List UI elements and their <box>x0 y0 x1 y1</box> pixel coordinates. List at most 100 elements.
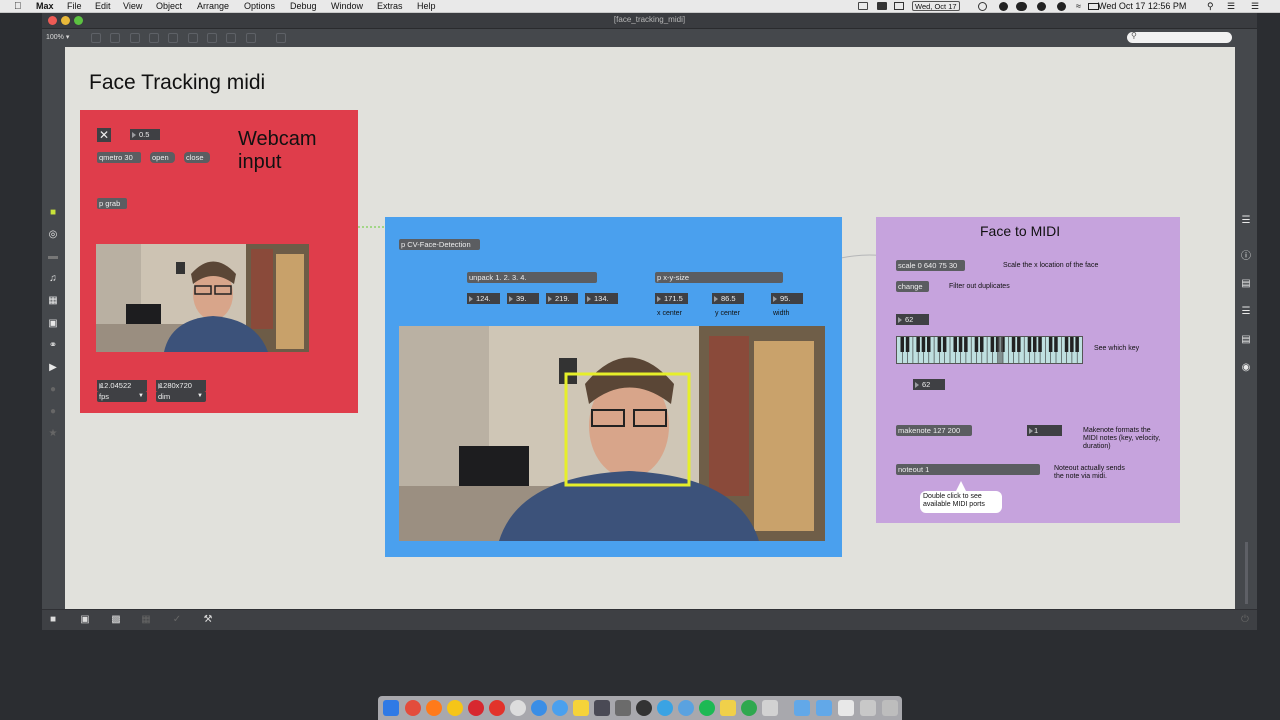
cube-icon[interactable]: ■ <box>47 207 59 219</box>
toolbar-icon[interactable] <box>276 33 286 43</box>
circle-icon[interactable]: ● <box>47 384 59 396</box>
spotify-icon[interactable] <box>699 700 715 716</box>
date-badge[interactable]: Wed, Oct 17 <box>912 1 960 11</box>
opera-icon[interactable] <box>468 700 484 716</box>
toolbar-icon[interactable] <box>188 33 198 43</box>
open-message[interactable]: open <box>150 152 175 163</box>
toolbar-icon[interactable] <box>246 33 256 43</box>
firefox-icon[interactable] <box>426 700 442 716</box>
toolbar-icon[interactable] <box>149 33 159 43</box>
star-icon[interactable]: ★ <box>47 428 59 440</box>
qmetro-object[interactable]: qmetro 30 <box>97 152 141 163</box>
number-box-left[interactable]: 124. <box>467 293 500 304</box>
cloud-icon[interactable] <box>1016 2 1027 11</box>
search-icon[interactable]: ⚲ <box>1207 1 1214 12</box>
width-number-box[interactable]: 95. <box>771 293 803 304</box>
number-box-top[interactable]: 39. <box>507 293 539 304</box>
close-message[interactable]: close <box>184 152 210 163</box>
toolbar-icon[interactable] <box>130 33 140 43</box>
key-number-box[interactable]: 62 <box>896 314 929 325</box>
number-box-bottom[interactable]: 134. <box>585 293 618 304</box>
wrench-icon[interactable]: ⚒ <box>202 614 214 626</box>
lock-icon[interactable]: ■ <box>47 614 59 626</box>
menu-app-max[interactable]: Max <box>36 1 54 12</box>
cv-face-detection-object[interactable]: p CV-Face-Detection <box>399 239 480 250</box>
toolbar-icon[interactable] <box>226 33 236 43</box>
app-icon[interactable] <box>573 700 589 716</box>
wifi-icon[interactable]: ≈ <box>1076 1 1081 12</box>
folder-icon[interactable] <box>816 700 832 716</box>
y-center-number-box[interactable]: 86.5 <box>712 293 744 304</box>
folder-icon[interactable] <box>794 700 810 716</box>
fps-menu[interactable]: fps ▼ <box>97 391 147 402</box>
dropbox-icon[interactable] <box>877 2 887 10</box>
app-icon[interactable] <box>594 700 610 716</box>
number-box-right[interactable]: 219. <box>546 293 578 304</box>
comment-icon[interactable]: ▩ <box>110 614 122 626</box>
messages-icon[interactable] <box>657 700 673 716</box>
sequence-icon[interactable]: ▦ <box>47 295 59 307</box>
app-icon[interactable] <box>615 700 631 716</box>
app-icon[interactable] <box>510 700 526 716</box>
presentation-icon[interactable]: ▣ <box>79 614 91 626</box>
app-icon[interactable] <box>762 700 778 716</box>
list-icon[interactable]: ☰ <box>1240 215 1252 227</box>
kslider-keyboard[interactable] <box>896 336 1083 364</box>
max-icon[interactable] <box>636 700 652 716</box>
app-icon[interactable] <box>552 700 568 716</box>
scale-object[interactable]: scale 0 640 75 30 <box>896 260 965 271</box>
safari-icon[interactable] <box>531 700 547 716</box>
display-icon[interactable] <box>858 2 868 10</box>
status-icon[interactable] <box>999 2 1008 11</box>
control-center-icon[interactable]: ☰ <box>1227 1 1235 12</box>
menu-arrange[interactable]: Arrange <box>197 1 229 12</box>
mail-icon[interactable] <box>894 2 904 10</box>
power-icon[interactable]: ⏻ <box>1239 614 1251 626</box>
chrome-icon[interactable] <box>405 700 421 716</box>
list-icon[interactable]: ☰ <box>1240 306 1252 318</box>
patch-canvas[interactable]: Face Tracking midi Webcam input ✕ 0.5 qm… <box>65 47 1235 609</box>
info-icon[interactable]: ⓘ <box>1240 251 1252 263</box>
spotify-icon[interactable] <box>1057 2 1066 11</box>
evernote-icon[interactable] <box>741 700 757 716</box>
list-icon[interactable]: ☰ <box>1251 1 1259 12</box>
keyboard-icon[interactable]: ▬ <box>47 251 59 263</box>
x-center-number-box[interactable]: 171.5 <box>655 293 688 304</box>
toolbar-icon[interactable] <box>207 33 217 43</box>
x-y-size-object[interactable]: p x-y-size <box>655 272 783 283</box>
finder-icon[interactable] <box>383 700 399 716</box>
channel-number-box[interactable]: 1 <box>1027 425 1062 436</box>
dim-number-box[interactable]: 1280x720 <box>156 380 206 391</box>
camera-icon[interactable]: ◉ <box>1240 362 1252 374</box>
grid-icon[interactable]: ▦ <box>140 614 152 626</box>
trash-icon[interactable] <box>882 700 898 716</box>
change-object[interactable]: change <box>896 281 929 292</box>
time-machine-icon[interactable] <box>978 2 987 11</box>
menu-debug[interactable]: Debug <box>290 1 317 12</box>
menu-extras[interactable]: Extras <box>377 1 403 12</box>
fps-number-box[interactable]: 12.04522 <box>97 380 147 391</box>
p-grab-object[interactable]: p grab <box>97 198 127 209</box>
toggle-close-icon[interactable]: ✕ <box>97 128 111 142</box>
menu-options[interactable]: Options <box>244 1 275 12</box>
menu-file[interactable]: File <box>67 1 82 12</box>
book-icon[interactable]: ▤ <box>1240 278 1252 290</box>
plug-icon[interactable]: ▶ <box>47 362 59 374</box>
noteout-object[interactable]: noteout 1 <box>896 464 1040 475</box>
vivaldi-icon[interactable] <box>489 700 505 716</box>
circle-icon[interactable]: ● <box>47 406 59 418</box>
clock[interactable]: Wed Oct 17 12:56 PM <box>1098 1 1186 12</box>
app-icon[interactable] <box>860 700 876 716</box>
float-number-box[interactable]: 0.5 <box>130 129 160 140</box>
note-icon[interactable]: ♫ <box>47 273 59 285</box>
toolbar-icon[interactable] <box>110 33 120 43</box>
app-icon[interactable] <box>838 700 854 716</box>
status-icon[interactable] <box>1037 2 1046 11</box>
book-icon[interactable]: ▤ <box>1240 334 1252 346</box>
menu-window[interactable]: Window <box>331 1 363 12</box>
face-detection-video[interactable] <box>399 326 825 541</box>
key-output-number-box[interactable]: 62 <box>913 379 945 390</box>
toolbar-icon[interactable] <box>168 33 178 43</box>
menu-view[interactable]: View <box>123 1 142 12</box>
webcam-video[interactable] <box>96 244 309 352</box>
